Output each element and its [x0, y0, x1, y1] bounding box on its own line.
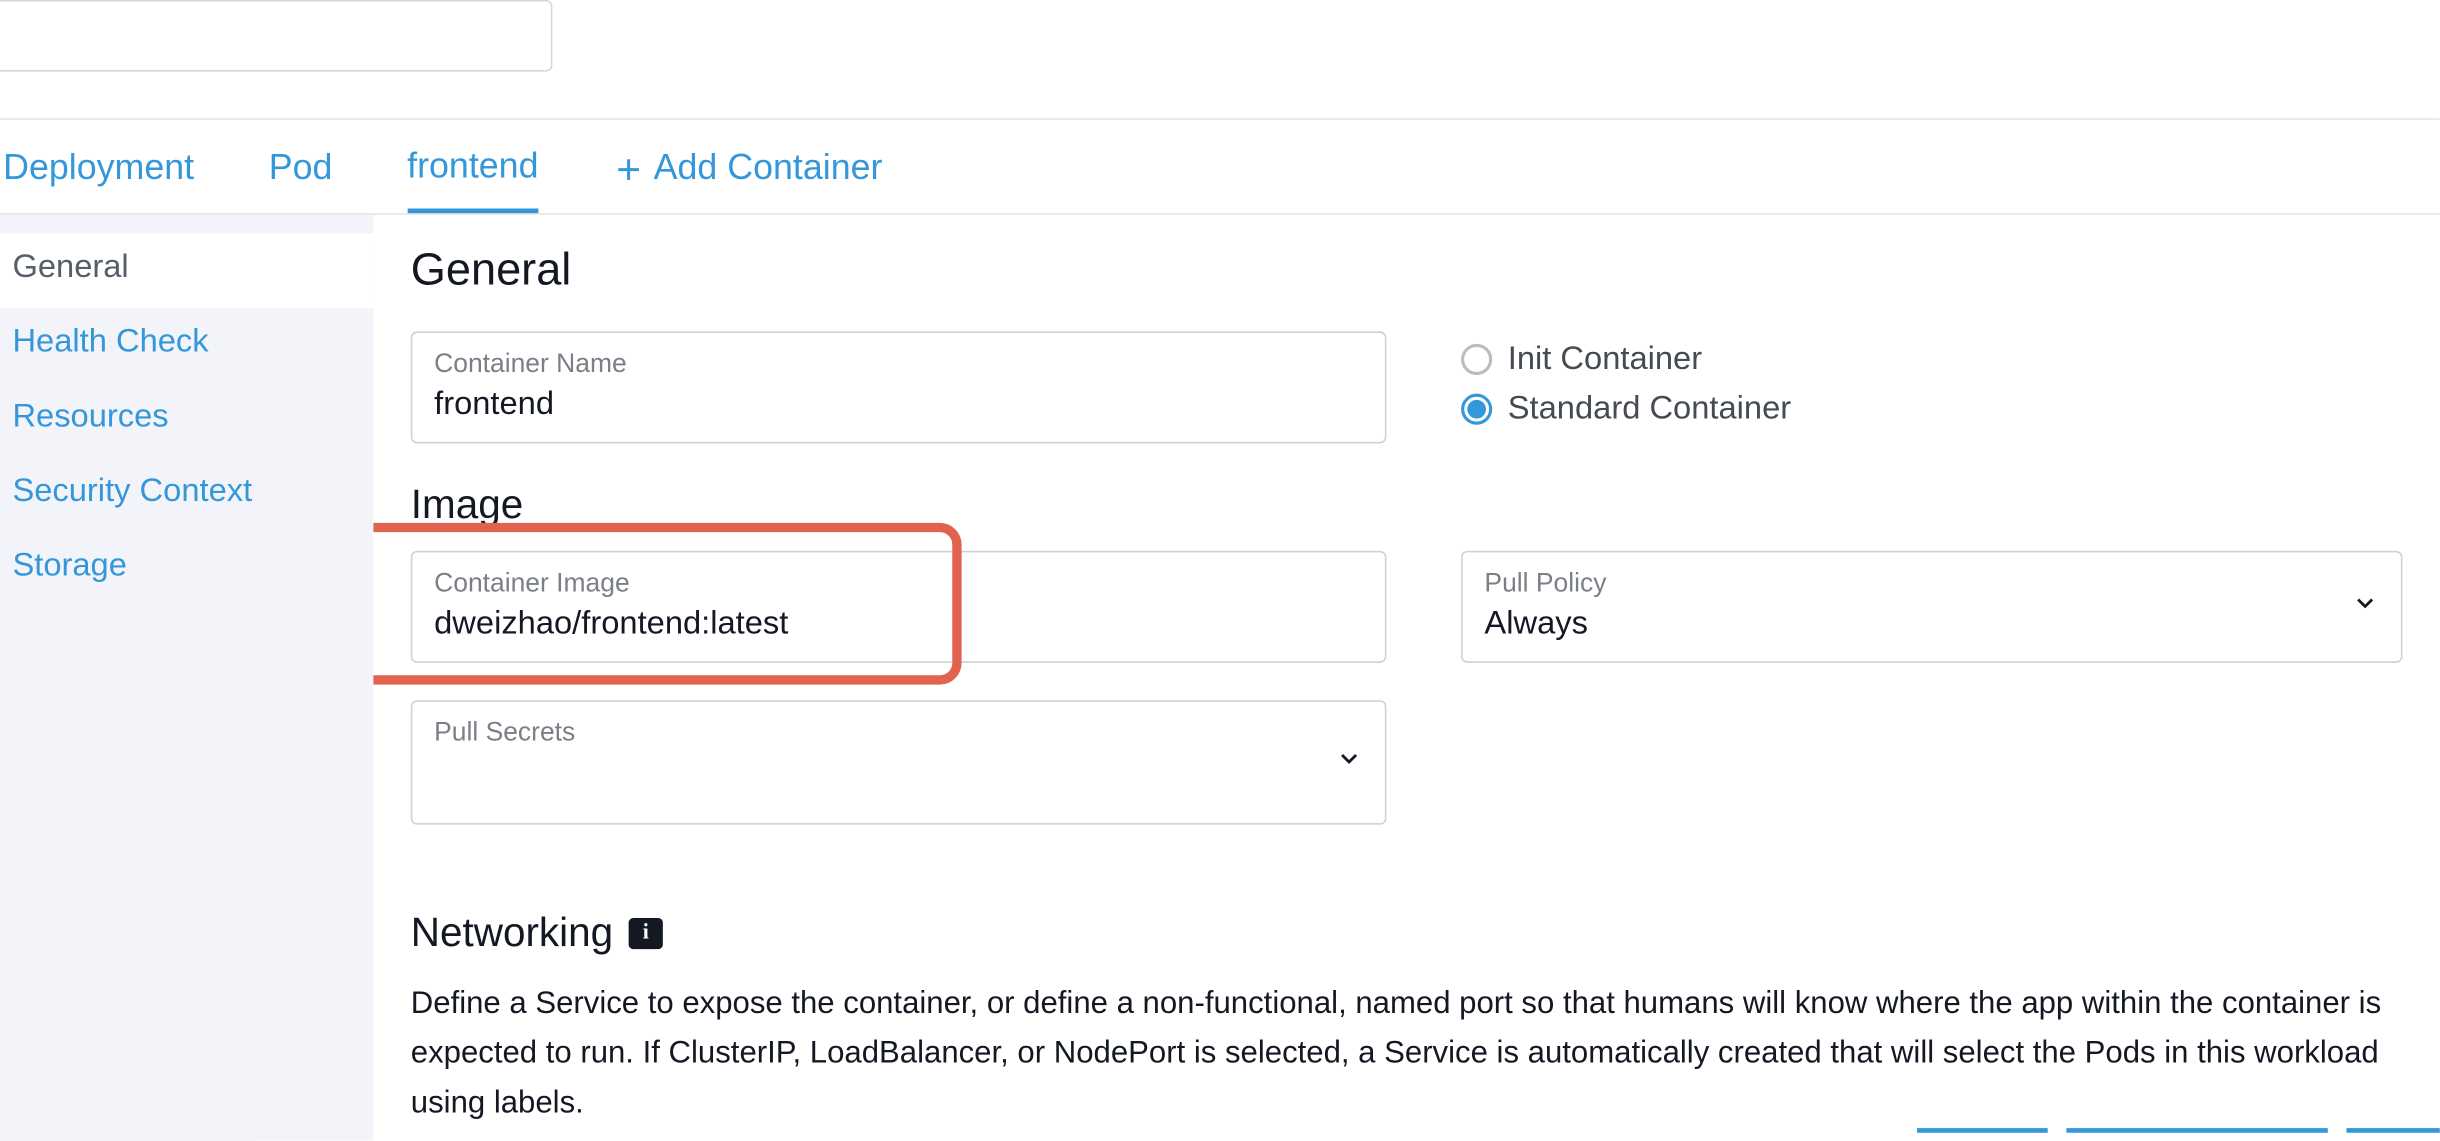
container-image-field[interactable]: Container Image dweizhao/frontend:latest	[411, 551, 1387, 663]
tab-frontend[interactable]: frontend	[407, 122, 538, 212]
radio-label: Init Container	[1508, 341, 1702, 378]
top-search-box-remnant[interactable]	[0, 0, 552, 72]
container-name-label: Container Name	[434, 349, 1363, 380]
container-name-value: frontend	[434, 386, 1363, 423]
container-image-value: dweizhao/frontend:latest	[434, 605, 1363, 642]
sidenav-item-security-context[interactable]: Security Context	[0, 457, 373, 532]
pull-policy-label: Pull Policy	[1484, 568, 2379, 599]
sidenav-item-resources[interactable]: Resources	[0, 383, 373, 458]
networking-description: Define a Service to expose the container…	[411, 979, 2403, 1128]
section-heading-image: Image	[411, 481, 2403, 529]
tab-add-container[interactable]: Add Container	[613, 124, 882, 210]
plus-icon	[613, 152, 644, 183]
radio-init-container[interactable]: Init Container	[1461, 341, 2402, 378]
footer-button-hints	[1917, 1128, 2440, 1140]
pull-policy-select[interactable]: Pull Policy Always	[1461, 551, 2402, 663]
divider	[0, 118, 2440, 120]
radio-icon	[1461, 344, 1492, 375]
section-heading-general: General	[411, 246, 2403, 297]
chevron-down-icon	[1335, 745, 1363, 781]
tab-deployment[interactable]: Deployment	[3, 124, 194, 210]
sidenav-item-health-check[interactable]: Health Check	[0, 308, 373, 383]
side-nav: General Health Check Resources Security …	[0, 215, 373, 1141]
chevron-down-icon	[2351, 589, 2379, 625]
radio-label: Standard Container	[1508, 391, 1791, 428]
container-image-label: Container Image	[434, 568, 1363, 599]
container-type-radio-group: Init Container Standard Container	[1461, 331, 2402, 443]
sidenav-item-storage[interactable]: Storage	[0, 532, 373, 607]
info-icon[interactable]: i	[629, 917, 663, 948]
container-name-field[interactable]: Container Name frontend	[411, 331, 1387, 443]
tab-pod[interactable]: Pod	[269, 124, 333, 210]
radio-standard-container[interactable]: Standard Container	[1461, 391, 2402, 428]
pull-secrets-label: Pull Secrets	[434, 717, 1363, 748]
pull-policy-value: Always	[1484, 605, 2379, 642]
pull-secrets-select[interactable]: Pull Secrets	[411, 700, 1387, 824]
tab-bar: Deployment Pod frontend Add Container	[0, 121, 2440, 214]
sidenav-item-general[interactable]: General	[0, 233, 373, 308]
section-heading-networking: Networking i	[411, 909, 2403, 957]
networking-heading-text: Networking	[411, 909, 613, 957]
content-pane: General Container Name frontend Init Con…	[373, 215, 2439, 1141]
tab-add-label: Add Container	[654, 146, 883, 188]
radio-icon	[1461, 394, 1492, 425]
